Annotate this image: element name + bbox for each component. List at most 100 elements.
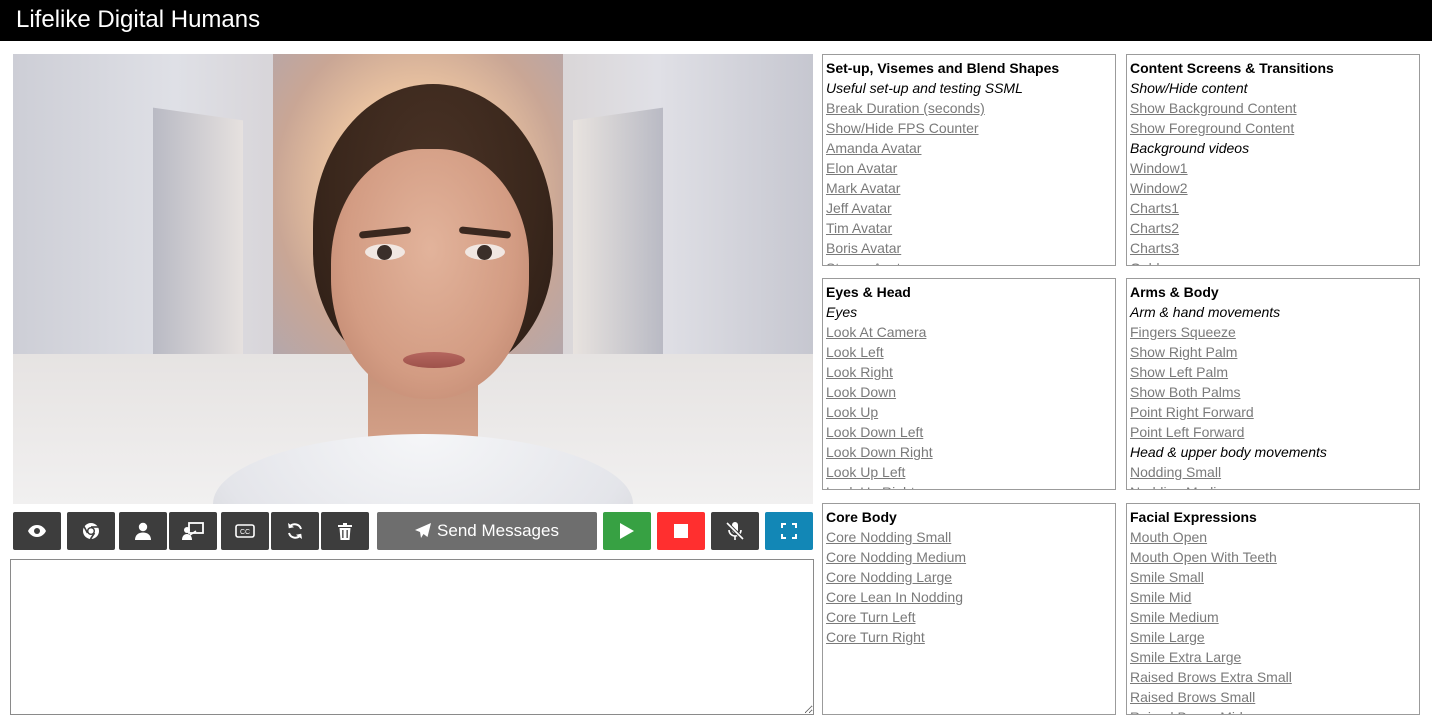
ssml-link[interactable]: Smile Large xyxy=(1130,627,1416,647)
ssml-link[interactable]: Gold xyxy=(1130,258,1416,265)
ssml-link[interactable]: Fingers Squeeze xyxy=(1130,322,1416,342)
panel-subheading: Arm & hand movements xyxy=(1130,304,1281,320)
delete-button[interactable] xyxy=(321,512,369,550)
ssml-link[interactable]: Look Left xyxy=(826,342,1112,362)
page-title: Lifelike Digital Humans xyxy=(16,6,261,33)
stop-icon xyxy=(674,524,688,538)
ssml-link[interactable]: Core Nodding Medium xyxy=(826,547,1112,567)
ssml-link[interactable]: Core Turn Right xyxy=(826,627,1112,647)
ssml-link[interactable]: Nodding Medium xyxy=(1130,482,1416,489)
user-icon xyxy=(135,522,151,540)
send-messages-label: Send Messages xyxy=(437,521,559,540)
ssml-link[interactable]: Nodding Small xyxy=(1130,462,1416,482)
play-icon xyxy=(620,523,634,539)
ssml-link[interactable]: Jeff Avatar xyxy=(826,198,1112,218)
chrome-icon xyxy=(83,523,99,540)
ssml-link[interactable]: Charts2 xyxy=(1130,218,1416,238)
ssml-link[interactable]: Show Background Content xyxy=(1130,98,1416,118)
ssml-link[interactable]: Window2 xyxy=(1130,178,1416,198)
panel-title: Core Body xyxy=(826,509,897,525)
presenter-button[interactable] xyxy=(169,512,217,550)
ssml-link[interactable]: Steven Avatar xyxy=(826,258,1112,265)
ssml-link[interactable]: Charts3 xyxy=(1130,238,1416,258)
ssml-link[interactable]: Tim Avatar xyxy=(826,218,1112,238)
eyes-head-panel: Eyes & Head Eyes Look At Camera Look Left L… xyxy=(822,278,1116,490)
panel-subheading: Eyes xyxy=(826,304,858,320)
ssml-link[interactable]: Show Right Palm xyxy=(1130,342,1416,362)
ssml-link[interactable]: Core Turn Left xyxy=(826,607,1112,627)
expand-icon xyxy=(781,523,797,539)
paper-plane-icon xyxy=(415,523,432,538)
ssml-link[interactable]: Look Down xyxy=(826,382,1112,402)
svg-text:CC: CC xyxy=(240,529,250,536)
ssml-link[interactable]: Charts1 xyxy=(1130,198,1416,218)
ssml-link[interactable]: Look Down Left xyxy=(826,422,1112,442)
ssml-link[interactable]: Point Left Forward xyxy=(1130,422,1416,442)
trash-icon xyxy=(338,522,352,540)
ssml-link[interactable]: Core Nodding Small xyxy=(826,527,1112,547)
panel-subheading: Background videos xyxy=(1130,140,1250,156)
ssml-link[interactable]: Raised Brows Mid xyxy=(1130,707,1416,714)
closed-captions-button[interactable]: CC xyxy=(221,512,269,550)
ssml-link[interactable]: Raised Brows Extra Small xyxy=(1130,667,1416,687)
ssml-link[interactable]: Mouth Open xyxy=(1130,527,1416,547)
ssml-link[interactable]: Raised Brows Small xyxy=(1130,687,1416,707)
closed-captions-icon: CC xyxy=(235,524,255,538)
avatar-video[interactable] xyxy=(13,54,813,504)
ssml-link[interactable]: Look Up xyxy=(826,402,1112,422)
content-screens-panel: Content Screens & Transitions Show/Hide … xyxy=(1126,54,1420,266)
ssml-link[interactable]: Show Both Palms xyxy=(1130,382,1416,402)
avatar-select-button[interactable] xyxy=(119,512,167,550)
avatar-lips xyxy=(403,352,465,368)
panel-title: Eyes & Head xyxy=(826,284,911,300)
header-bar: Lifelike Digital Humans xyxy=(0,0,1432,41)
room-pillar-right xyxy=(573,107,663,381)
ssml-link[interactable]: Window1 xyxy=(1130,158,1416,178)
ssml-link[interactable]: Smile Mid xyxy=(1130,587,1416,607)
ssml-link[interactable]: Mouth Open With Teeth xyxy=(1130,547,1416,567)
panel-title: Set-up, Visemes and Blend Shapes xyxy=(826,60,1060,76)
arms-body-panel: Arms & Body Arm & hand movements Fingers … xyxy=(1126,278,1420,490)
panel-subheading: Show/Hide content xyxy=(1130,80,1248,96)
panel-title: Arms & Body xyxy=(1130,284,1219,300)
toggle-visibility-button[interactable] xyxy=(13,512,61,550)
panel-title: Content Screens & Transitions xyxy=(1130,60,1334,76)
ssml-link[interactable]: Smile Extra Large xyxy=(1130,647,1416,667)
send-messages-button[interactable]: Send Messages xyxy=(377,512,597,550)
setup-panel: Set-up, Visemes and Blend Shapes Useful … xyxy=(822,54,1116,266)
facial-expressions-panel: Facial Expressions Mouth Open Mouth Open … xyxy=(1126,503,1420,715)
core-body-panel: Core Body Core Nodding Small Core Nodding… xyxy=(822,503,1116,715)
ssml-link[interactable]: Smile Medium xyxy=(1130,607,1416,627)
ssml-link[interactable]: Look Down Right xyxy=(826,442,1112,462)
ssml-link[interactable]: Boris Avatar xyxy=(826,238,1112,258)
browser-button[interactable] xyxy=(67,512,115,550)
presenter-icon xyxy=(182,522,204,540)
ssml-link[interactable]: Core Lean In Nodding xyxy=(826,587,1112,607)
ssml-link[interactable]: Elon Avatar xyxy=(826,158,1112,178)
message-input[interactable] xyxy=(10,559,814,715)
panel-subheading: Useful set-up and testing SSML xyxy=(826,80,1023,96)
avatar-eye-left xyxy=(365,244,405,260)
panel-title: Facial Expressions xyxy=(1130,509,1257,525)
ssml-link[interactable]: Show Left Palm xyxy=(1130,362,1416,382)
ssml-link[interactable]: Look At Camera xyxy=(826,322,1112,342)
ssml-link[interactable]: Smile Small xyxy=(1130,567,1416,587)
fullscreen-button[interactable] xyxy=(765,512,813,550)
ssml-link[interactable]: Mark Avatar xyxy=(826,178,1112,198)
ssml-link[interactable]: Point Right Forward xyxy=(1130,402,1416,422)
ssml-link[interactable]: Look Up Left xyxy=(826,462,1112,482)
ssml-link[interactable]: Core Nodding Large xyxy=(826,567,1112,587)
play-button[interactable] xyxy=(603,512,651,550)
refresh-icon xyxy=(288,523,302,539)
ssml-link[interactable]: Show Foreground Content xyxy=(1130,118,1416,138)
ssml-link[interactable]: Show/Hide FPS Counter xyxy=(826,118,1112,138)
microphone-toggle-button[interactable] xyxy=(711,512,759,550)
microphone-slash-icon xyxy=(725,521,745,541)
stop-button[interactable] xyxy=(657,512,705,550)
eye-icon xyxy=(28,525,46,537)
ssml-link[interactable]: Break Duration (seconds) xyxy=(826,98,1112,118)
ssml-link[interactable]: Look Up Right xyxy=(826,482,1112,489)
ssml-link[interactable]: Amanda Avatar xyxy=(826,138,1112,158)
refresh-button[interactable] xyxy=(271,512,319,550)
ssml-link[interactable]: Look Right xyxy=(826,362,1112,382)
